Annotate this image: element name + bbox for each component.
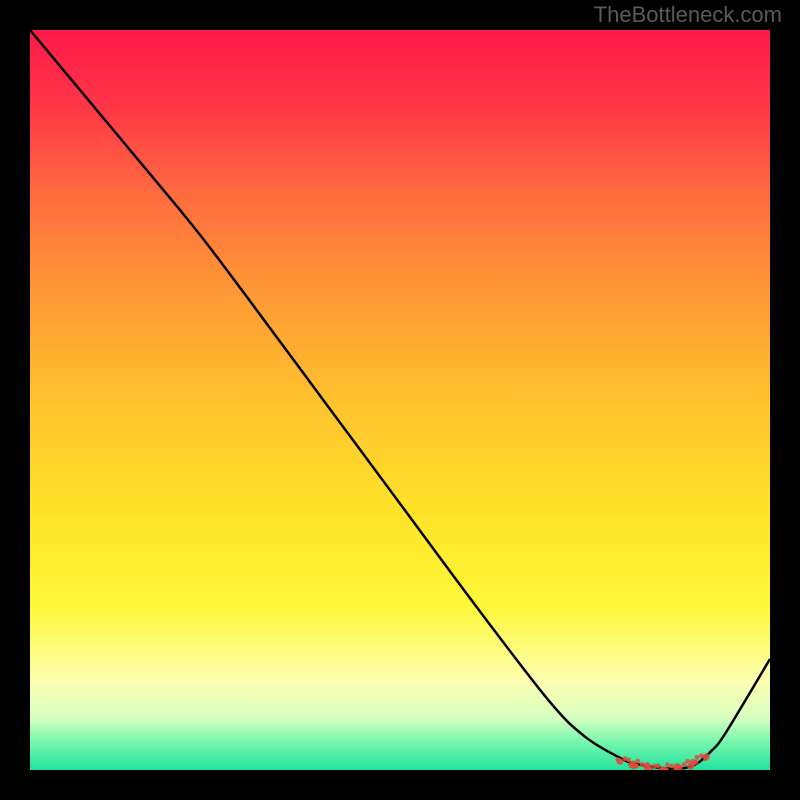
watermark-text: TheBottleneck.com bbox=[594, 2, 782, 28]
plot-area bbox=[30, 30, 770, 770]
optimal-zone-markers bbox=[616, 753, 710, 770]
chart-root: TheBottleneck.com bbox=[0, 0, 800, 800]
chart-svg bbox=[30, 30, 770, 770]
bottleneck-curve bbox=[30, 30, 770, 769]
